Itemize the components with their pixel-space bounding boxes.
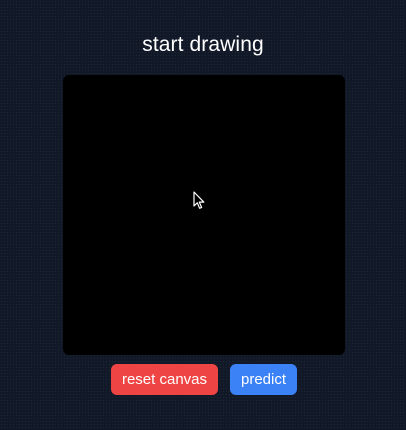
reset-canvas-button[interactable]: reset canvas (111, 364, 218, 395)
action-buttons: reset canvas predict (0, 364, 406, 395)
mouse-pointer-icon (193, 191, 205, 209)
predict-button[interactable]: predict (230, 364, 297, 395)
page-title: start drawing (142, 33, 264, 56)
drawing-canvas[interactable] (63, 75, 345, 355)
